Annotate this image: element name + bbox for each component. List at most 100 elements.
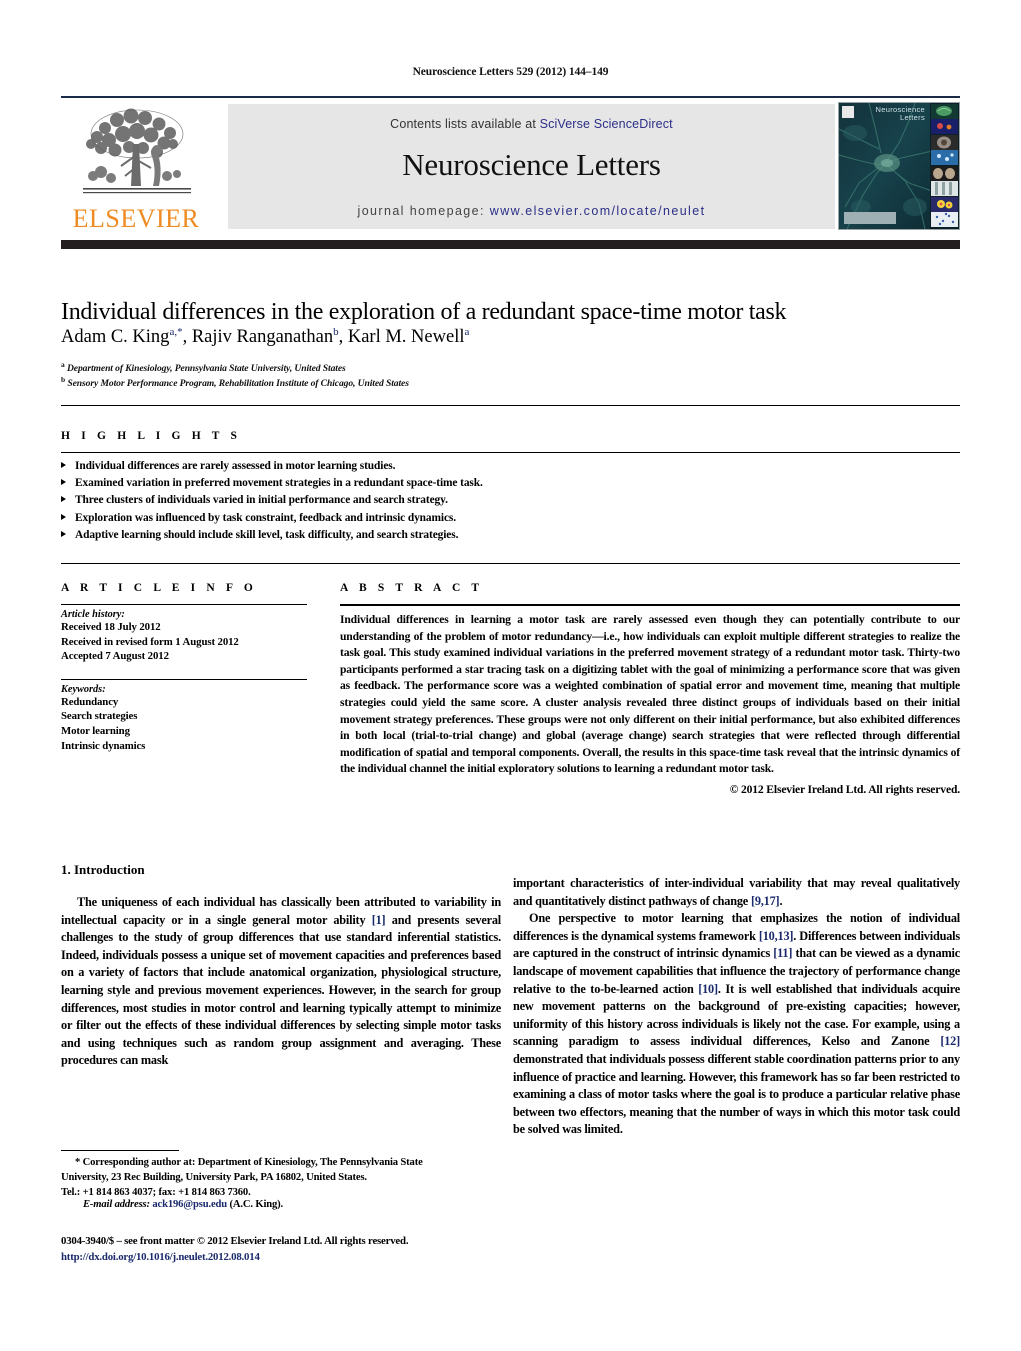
- list-item: Adaptive learning should include skill l…: [61, 527, 960, 544]
- journal-title: Neuroscience Letters: [402, 147, 661, 182]
- paragraph-text: important characteristics of inter-indiv…: [513, 876, 960, 908]
- issn-line: 0304-3940/$ – see front matter © 2012 El…: [61, 1235, 409, 1247]
- abstract-rule: [340, 604, 960, 606]
- elsevier-tree-icon: [83, 108, 191, 194]
- highlight-text: Examined variation in preferred movement…: [75, 477, 483, 490]
- doi-link[interactable]: http://dx.doi.org/10.1016/j.neulet.2012.…: [61, 1251, 260, 1263]
- highlight-text: Exploration was influenced by task const…: [75, 511, 457, 524]
- email-label: E-mail address:: [83, 1199, 150, 1210]
- cover-thumb-pair-icon: [931, 165, 958, 181]
- list-item: Exploration was influenced by task const…: [61, 510, 960, 527]
- bullet-triangle-icon: [61, 496, 66, 503]
- cover-publisher-logo-icon: [842, 106, 854, 118]
- citation-reference[interactable]: [12]: [940, 1034, 960, 1048]
- cover-barcode: [844, 212, 896, 224]
- article-history-heading: Article history:: [61, 609, 125, 620]
- journal-homepage-line: journal homepage: www.elsevier.com/locat…: [228, 204, 835, 218]
- article-info-label: A R T I C L E I N F O: [61, 582, 257, 594]
- abstract-section-top-rule: [61, 563, 960, 564]
- affiliation-marker-a: a: [61, 360, 65, 369]
- citation-reference[interactable]: [11]: [773, 946, 792, 960]
- cover-thumbnail-strip: [930, 103, 959, 229]
- body-column-right: important characteristics of inter-indiv…: [513, 875, 960, 1139]
- paragraph-text: demonstrated that individuals possess di…: [513, 1051, 960, 1137]
- affiliation-a: a Department of Kinesiology, Pennsylvani…: [61, 360, 960, 374]
- elsevier-wordmark: ELSEVIER: [72, 204, 200, 233]
- journal-banner: Contents lists available at SciVerse Sci…: [228, 104, 835, 229]
- article-info-column: Article history: Received 18 July 2012 R…: [61, 604, 307, 753]
- cover-journal-name: Neuroscience Letters: [875, 105, 925, 122]
- keywords-heading: Keywords:: [61, 683, 106, 695]
- email-owner: (A.C. King).: [229, 1199, 284, 1210]
- abstract-text: Individual differences in learning a mot…: [340, 613, 960, 776]
- running-head: Neuroscience Letters 529 (2012) 144–149: [412, 66, 609, 78]
- citation-reference[interactable]: [1]: [372, 913, 386, 927]
- paragraph: The uniqueness of each individual has cl…: [61, 894, 501, 1070]
- highlights-label: H I G H L I G H T S: [61, 430, 242, 442]
- author-list: Adam C. Kinga,*, Rajiv Ranganathanb, Kar…: [61, 326, 470, 348]
- elsevier-logo: ELSEVIER: [61, 104, 221, 233]
- paragraph-text: .: [779, 893, 783, 908]
- keyword-item: Intrinsic dynamics: [61, 739, 146, 752]
- cover-thumb-fluorescence-icon: [931, 196, 958, 212]
- affiliation-marker-b: b: [61, 375, 66, 384]
- corresponding-author-footnote: * Corresponding author at: Department of…: [61, 1156, 501, 1200]
- email-footnote: E-mail address: ack196@psu.edu (A.C. Kin…: [61, 1199, 501, 1210]
- highlight-text: Adaptive learning should include skill l…: [75, 528, 459, 541]
- highlights-bottom-rule: [61, 452, 960, 453]
- citation-reference[interactable]: [10,13]: [759, 929, 794, 943]
- keywords-rule: [61, 678, 307, 680]
- paragraph-text: and presents several challenges to the s…: [61, 912, 502, 1068]
- masthead-bottom-rule: [61, 240, 960, 249]
- page-title: Individual differences in the exploratio…: [61, 299, 787, 326]
- email-link[interactable]: ack196@psu.edu: [152, 1199, 227, 1210]
- bullet-triangle-icon: [61, 462, 66, 468]
- contents-lists-prefix: Contents lists available at: [390, 117, 540, 131]
- citation-reference[interactable]: [9,17]: [751, 894, 780, 908]
- paragraph: important characteristics of inter-indiv…: [513, 875, 960, 910]
- journal-cover-thumbnail: Neuroscience Letters: [838, 102, 960, 230]
- journal-article-page: Neuroscience Letters 529 (2012) 144–149: [0, 0, 1021, 1351]
- footnote-rule: [61, 1150, 179, 1151]
- highlight-text: Individual differences are rarely assess…: [75, 460, 396, 472]
- cover-thumb-stain-icon: [931, 212, 958, 227]
- abstract-label: A B S T R A C T: [340, 582, 484, 594]
- affiliation-b-text: Sensory Motor Performance Program, Rehab…: [67, 378, 409, 390]
- abstract-column: Individual differences in learning a mot…: [340, 604, 960, 796]
- sciencedirect-link[interactable]: SciVerse ScienceDirect: [540, 117, 673, 131]
- list-item: Individual differences are rarely assess…: [61, 458, 960, 475]
- footnote-line: University, 23 Rec Building, University …: [61, 1171, 367, 1183]
- section-heading-introduction: 1. Introduction: [61, 862, 145, 877]
- body-column-left: The uniqueness of each individual has cl…: [61, 894, 501, 1070]
- issn-copyright-block: 0304-3940/$ – see front matter © 2012 El…: [61, 1234, 521, 1265]
- affiliation-a-text: Department of Kinesiology, Pennsylvania …: [66, 363, 346, 375]
- paragraph: One perspective to motor learning that e…: [513, 910, 960, 1139]
- article-history-line: Received in revised form 1 August 2012: [61, 635, 239, 648]
- footnote-line: * Corresponding author at: Department of…: [75, 1157, 423, 1168]
- cover-thumb-mri-icon: [931, 134, 958, 150]
- masthead-top-rule: [61, 96, 960, 98]
- footnote-line: Tel.: +1 814 863 4037; fax: +1 814 863 7…: [61, 1186, 251, 1198]
- highlight-text: Three clusters of individuals varied in …: [75, 494, 448, 507]
- keyword-item: Motor learning: [61, 724, 130, 737]
- abstract-copyright: © 2012 Elsevier Ireland Ltd. All rights …: [729, 782, 960, 796]
- cover-thumb-cells-icon: [931, 150, 958, 165]
- affiliation-b: b Sensory Motor Performance Program, Reh…: [61, 375, 960, 389]
- contents-lists-line: Contents lists available at SciVerse Sci…: [228, 117, 835, 131]
- list-item: Examined variation in preferred movement…: [61, 475, 960, 492]
- journal-masthead: ELSEVIER Contents lists available at Sci…: [61, 96, 960, 249]
- article-history-line: Received 18 July 2012: [61, 621, 161, 633]
- journal-homepage-link[interactable]: www.elsevier.com/locate/neulet: [490, 204, 706, 218]
- keyword-item: Redundancy: [61, 695, 119, 708]
- homepage-prefix: journal homepage:: [357, 204, 490, 218]
- list-item: Three clusters of individuals varied in …: [61, 492, 960, 509]
- highlights-top-rule: [61, 405, 960, 406]
- cover-thumb-scan-icon: [931, 119, 958, 134]
- article-history-line: Accepted 7 August 2012: [61, 650, 169, 663]
- keyword-item: Search strategies: [61, 710, 138, 723]
- citation-reference[interactable]: [10]: [698, 982, 718, 996]
- bullet-triangle-icon: [61, 513, 66, 520]
- bullet-triangle-icon: [61, 479, 66, 486]
- bullet-triangle-icon: [61, 530, 66, 537]
